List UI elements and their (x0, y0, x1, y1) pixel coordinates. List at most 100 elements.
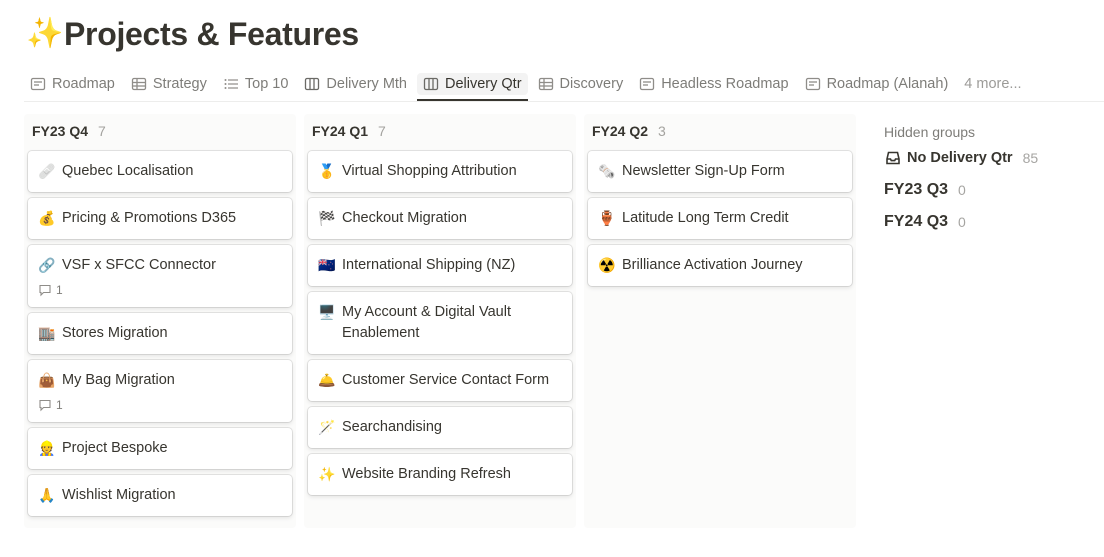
tab-roadmap[interactable]: Roadmap (24, 66, 121, 101)
list-window-icon (639, 76, 655, 92)
hidden-group-count: 0 (958, 182, 966, 198)
tab-inner: Discovery (538, 75, 624, 92)
card-title: International Shipping (NZ) (342, 257, 516, 273)
hidden-groups-label: Hidden groups (884, 124, 976, 140)
board-card[interactable]: ☢️ Brilliance Activation Journey (588, 245, 852, 286)
card-title-row: 🔗 VSF x SFCC Connector (38, 255, 282, 276)
column-title: FY24 Q1 (312, 123, 369, 139)
card-emoji-icon: 🩹 (38, 163, 56, 179)
card-title: Stores Migration (62, 325, 168, 341)
board-card[interactable]: 💰 Pricing & Promotions D365 (28, 198, 292, 239)
tab-strategy[interactable]: Strategy (125, 66, 213, 101)
hidden-group-name: FY24 Q3 (884, 213, 949, 230)
column-header[interactable]: FY23 Q4 7 (28, 114, 292, 148)
tab-inner: Roadmap (Alanah) (805, 75, 949, 92)
tabs-more-button[interactable]: 4 more... (958, 66, 1027, 101)
card-emoji-icon: ✨ (318, 466, 336, 482)
card-comments[interactable]: 1 (38, 283, 282, 297)
card-emoji-icon: 🏺 (598, 210, 616, 226)
board-icon (304, 76, 320, 92)
tab-discovery[interactable]: Discovery (532, 66, 630, 101)
tab-delivery-mth[interactable]: Delivery Mth (298, 66, 413, 101)
board-card[interactable]: 🗞️ Newsletter Sign-Up Form (588, 151, 852, 192)
board-card[interactable]: ✨ Website Branding Refresh (308, 454, 572, 495)
card-title-row: 🪄 Searchandising (318, 417, 562, 438)
table-icon (131, 76, 147, 92)
card-title: Brilliance Activation Journey (622, 257, 803, 273)
board-card[interactable]: 🔗 VSF x SFCC Connector 1 (28, 245, 292, 307)
tabs-divider (24, 101, 1104, 102)
card-title: Newsletter Sign-Up Form (622, 163, 785, 179)
card-emoji-icon: ☢️ (598, 257, 616, 273)
board-card[interactable]: 🇳🇿 International Shipping (NZ) (308, 245, 572, 286)
card-title-row: 🥇 Virtual Shopping Attribution (318, 161, 562, 182)
card-emoji-icon: 🏬 (38, 325, 56, 341)
hidden-group-item[interactable]: FY23 Q3 0 (884, 174, 1084, 206)
board-card[interactable]: 🏬 Stores Migration (28, 313, 292, 354)
hidden-group-count: 0 (958, 214, 966, 230)
tab-top-10[interactable]: Top 10 (217, 66, 295, 101)
card-title-row: 🛎️ Customer Service Contact Form (318, 370, 562, 391)
card-emoji-icon: 🙏 (38, 487, 56, 503)
board-card[interactable]: 🙏 Wishlist Migration (28, 475, 292, 516)
card-title-row: 🗞️ Newsletter Sign-Up Form (598, 161, 842, 182)
board-card[interactable]: 🏺 Latitude Long Term Credit (588, 198, 852, 239)
card-title: Customer Service Contact Form (342, 372, 550, 388)
board-card[interactable]: 🛎️ Customer Service Contact Form (308, 360, 572, 401)
hidden-group-item[interactable]: No Delivery Qtr 85 (884, 142, 1084, 174)
board-card[interactable]: 👷 Project Bespoke (28, 428, 292, 469)
tab-label: Top 10 (244, 75, 289, 92)
hidden-group-item[interactable]: FY24 Q3 0 (884, 206, 1084, 238)
card-emoji-icon: 🗞️ (598, 163, 616, 179)
board-card[interactable]: 🥇 Virtual Shopping Attribution (308, 151, 572, 192)
board-card[interactable]: 🪄 Searchandising (308, 407, 572, 448)
list-window-icon (30, 76, 46, 92)
card-title-row: 🏁 Checkout Migration (318, 208, 562, 229)
card-title: Website Branding Refresh (342, 466, 511, 482)
board-card[interactable]: 👜 My Bag Migration 1 (28, 360, 292, 422)
tab-label: Headless Roadmap (661, 75, 789, 92)
card-emoji-icon: 👷 (38, 440, 56, 456)
column-header[interactable]: FY24 Q2 3 (588, 114, 852, 148)
card-title: Project Bespoke (62, 440, 168, 456)
card-title: My Bag Migration (62, 372, 175, 388)
card-emoji-icon: 🥇 (318, 163, 336, 179)
card-title-row: 👷 Project Bespoke (38, 438, 282, 459)
sparkles-icon: ✨ (26, 17, 64, 50)
card-title: Pricing & Promotions D365 (62, 210, 237, 226)
board-card[interactable]: 🖥️ My Account & Digital Vault Enablement (308, 292, 572, 354)
column-count: 3 (658, 123, 666, 139)
tab-roadmap-alanah[interactable]: Roadmap (Alanah) (799, 66, 955, 101)
card-title: Latitude Long Term Credit (622, 210, 789, 226)
list-window-icon (805, 76, 821, 92)
hidden-group-name: No Delivery Qtr (907, 150, 1013, 166)
card-emoji-icon: 🇳🇿 (318, 257, 336, 273)
card-title-row: 🙏 Wishlist Migration (38, 485, 282, 506)
card-emoji-icon: 👜 (38, 372, 56, 388)
tab-label: Strategy (152, 75, 207, 92)
comment-icon (38, 283, 52, 297)
bulleted-list-icon (223, 76, 239, 92)
inbox-icon (884, 149, 902, 167)
card-title: Searchandising (342, 419, 442, 435)
tab-label: Roadmap (52, 75, 115, 92)
page-header: ✨ Projects & Features (26, 12, 359, 56)
card-comments[interactable]: 1 (38, 398, 282, 412)
comment-count: 1 (56, 398, 63, 412)
tab-inner: Strategy (131, 76, 207, 92)
hidden-group-name: FY23 Q3 (884, 181, 949, 198)
tab-label: Discovery (559, 75, 624, 92)
board-card[interactable]: 🏁 Checkout Migration (308, 198, 572, 239)
tab-inner: Delivery Mth (304, 76, 407, 92)
card-title: Quebec Localisation (62, 163, 194, 179)
page-title[interactable]: Projects & Features (64, 16, 359, 53)
tab-delivery-qtr[interactable]: Delivery Qtr (417, 66, 528, 101)
tab-label: Delivery Mth (326, 75, 407, 92)
board-column: FY24 Q1 7 🥇 Virtual Shopping Attribution 🏁 Ch… (304, 114, 576, 528)
column-header[interactable]: FY24 Q1 7 (308, 114, 572, 148)
tab-headless-roadmap[interactable]: Headless Roadmap (633, 66, 794, 101)
board-card[interactable]: 🩹 Quebec Localisation (28, 151, 292, 192)
card-title-row: 🩹 Quebec Localisation (38, 161, 282, 182)
comment-icon (38, 398, 52, 412)
tab-label: Roadmap (Alanah) (826, 75, 949, 92)
